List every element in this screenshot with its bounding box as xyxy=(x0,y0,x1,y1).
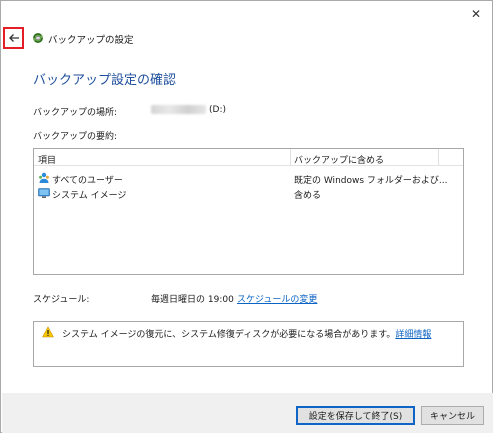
back-button[interactable] xyxy=(3,27,24,49)
cancel-button[interactable]: キャンセル xyxy=(421,406,484,425)
schedule-value: 毎週日曜日の 19:00 xyxy=(151,295,234,305)
list-item[interactable]: システム イメージ 含める xyxy=(34,186,463,201)
redacted-drive-name xyxy=(151,105,206,114)
monitor-icon xyxy=(38,188,50,198)
close-button[interactable]: ✕ xyxy=(466,5,486,23)
backup-summary-list[interactable]: 項目 バックアップに含める すべてのユーザー 既定の Windows フォルダー… xyxy=(33,148,464,275)
column-divider[interactable] xyxy=(290,149,291,165)
list-item[interactable]: すべてのユーザー 既定の Windows フォルダーおよび... xyxy=(34,171,463,186)
list-header: 項目 バックアップに含める xyxy=(34,149,463,166)
list-item-name: すべてのユーザー xyxy=(52,176,123,186)
details-link[interactable]: 詳細情報 xyxy=(395,330,431,340)
backup-location-label: バックアップの場所: xyxy=(33,108,118,118)
drive-letter: (D:) xyxy=(209,105,226,115)
warning-text: システム イメージの復元に、システム修復ディスクが必要になる場合があります。詳細… xyxy=(62,327,431,340)
warning-message: システム イメージの復元に、システム修復ディスクが必要になる場合があります。 xyxy=(62,330,396,340)
column-header-item[interactable]: 項目 xyxy=(38,153,56,166)
backup-settings-window: ✕ バックアップの設定 バックアップ設定の確認 バックアップの場所: (D:) … xyxy=(0,0,493,433)
users-icon xyxy=(39,172,49,183)
column-divider[interactable] xyxy=(438,149,439,165)
warning-icon xyxy=(42,326,54,338)
close-icon: ✕ xyxy=(470,7,482,21)
navigation-row: バックアップの設定 xyxy=(1,25,492,51)
backup-summary-label: バックアップの要約: xyxy=(33,132,118,142)
change-schedule-link[interactable]: スケジュールの変更 xyxy=(237,292,317,305)
list-item-include: 既定の Windows フォルダーおよび... xyxy=(294,176,448,186)
back-arrow-icon xyxy=(8,34,19,42)
column-header-include[interactable]: バックアップに含める xyxy=(294,153,384,166)
backup-app-icon xyxy=(33,33,43,43)
warning-box: システム イメージの復元に、システム修復ディスクが必要になる場合があります。詳細… xyxy=(33,321,464,367)
window-title: バックアップの設定 xyxy=(48,35,134,46)
schedule-label: スケジュール: xyxy=(33,295,90,305)
list-item-include: 含める xyxy=(294,191,322,201)
page-title: バックアップ設定の確認 xyxy=(33,73,177,88)
list-item-name: システム イメージ xyxy=(52,191,127,201)
backup-location-value: (D:) xyxy=(151,105,226,115)
save-and-exit-button[interactable]: 設定を保存して終了(S) xyxy=(296,406,415,425)
dialog-footer: 設定を保存して終了(S) キャンセル xyxy=(2,393,493,433)
